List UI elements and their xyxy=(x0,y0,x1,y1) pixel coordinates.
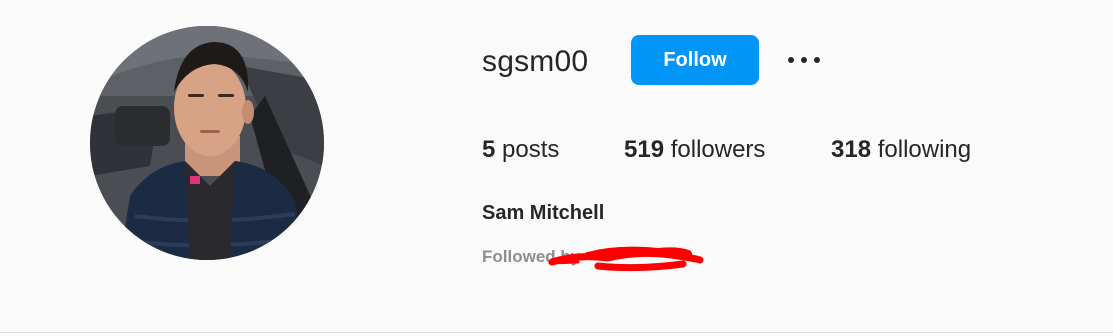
posts-count: 5 xyxy=(482,136,496,163)
posts-label: posts xyxy=(502,136,560,163)
profile-page: sgsm00 Follow 5 posts 519 followers 318 … xyxy=(0,0,1113,336)
profile-avatar[interactable] xyxy=(90,26,324,260)
more-options-icon xyxy=(788,57,820,63)
profile-full-name: Sam Mitchell xyxy=(482,202,605,224)
posts-stat: 5 posts xyxy=(482,134,559,166)
following-count: 318 xyxy=(831,136,872,163)
following-stat[interactable]: 318 following xyxy=(831,134,971,166)
more-options-button[interactable] xyxy=(782,44,826,76)
bottom-divider xyxy=(0,332,1113,333)
redaction-scribble xyxy=(548,246,704,272)
followers-count: 519 xyxy=(624,136,665,163)
following-label: following xyxy=(877,136,972,163)
followers-label: followers xyxy=(670,136,766,163)
follow-button[interactable]: Follow xyxy=(631,35,759,85)
avatar-photo xyxy=(90,26,324,260)
followers-stat[interactable]: 519 followers xyxy=(624,134,765,166)
profile-username: sgsm00 xyxy=(482,45,589,78)
